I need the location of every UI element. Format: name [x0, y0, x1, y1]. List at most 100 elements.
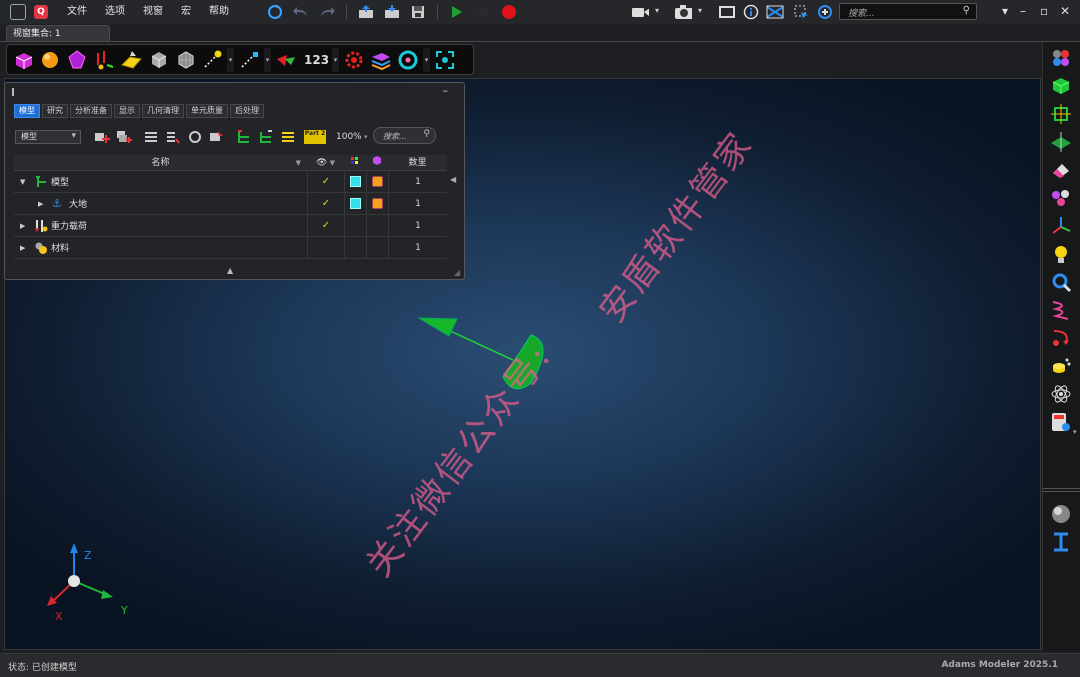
tab-analysis-prep[interactable]: 分析准备 [70, 104, 112, 118]
sphere-icon[interactable] [38, 48, 62, 72]
gear-red-icon[interactable] [342, 48, 366, 72]
material-cell[interactable] [366, 215, 388, 236]
drag-handle[interactable] [12, 88, 20, 96]
menu-window[interactable]: 视窗 [134, 0, 172, 24]
table-icon[interactable] [279, 129, 296, 145]
column-name[interactable]: 名称 ▼ [14, 155, 307, 170]
parts-icon[interactable] [11, 48, 35, 72]
atom-icon[interactable] [1049, 382, 1073, 406]
tab-display[interactable]: 显示 [114, 104, 140, 118]
zoom-select[interactable]: 100% [336, 132, 367, 142]
color-swatch[interactable] [344, 171, 366, 192]
tab-postprocess[interactable]: 后处理 [230, 104, 264, 118]
menu-options[interactable]: 选项 [96, 0, 134, 24]
sheet-icon[interactable] [119, 48, 143, 72]
tab-view-collection[interactable]: 视窗集合: 1 [6, 25, 110, 42]
panel-resize-handle[interactable]: ▲ [227, 266, 233, 275]
chevron-down-icon[interactable]: ▾ [698, 6, 702, 15]
measure-icon[interactable] [766, 4, 784, 20]
tree-row-ground[interactable]: ▶ ⚓ 大地 ✓ 1 [14, 193, 447, 215]
part-badge-icon[interactable]: Part 2 [304, 130, 326, 144]
menu-file[interactable]: 文件 [58, 0, 96, 24]
type-select[interactable]: 模型 [15, 130, 81, 144]
tree-row-model[interactable]: ▼ 模型 ✓ 1 [14, 171, 447, 193]
tab-element-quality[interactable]: 单元质量 [186, 104, 228, 118]
save-icon[interactable] [409, 4, 427, 20]
gem-icon[interactable] [65, 48, 89, 72]
chevron-down-icon[interactable]: ▾ [264, 47, 271, 72]
browser-search-input[interactable]: 搜索... ⚲ [373, 127, 436, 144]
stop-icon[interactable] [474, 4, 492, 20]
tab-model[interactable]: 模型 [14, 104, 40, 118]
minimize-icon[interactable]: – [443, 84, 449, 97]
color-spheres-icon[interactable] [1049, 46, 1073, 70]
list-view-icon[interactable] [142, 129, 159, 145]
visibility-cell[interactable] [307, 237, 344, 258]
refresh-icon[interactable] [266, 4, 284, 20]
resize-grip-icon[interactable]: ◢ [454, 268, 460, 277]
cylinder-icon[interactable] [1049, 354, 1073, 378]
expand-arrow-icon[interactable]: ▶ [20, 244, 25, 252]
tree-row-materials[interactable]: ▶ 材料 1 [14, 237, 447, 259]
video-camera-icon[interactable] [631, 4, 649, 20]
calculator-icon[interactable] [1049, 410, 1073, 434]
fit-view-icon[interactable] [433, 48, 457, 72]
tree-collapse-icon[interactable] [257, 129, 274, 145]
cube-icon[interactable] [146, 48, 170, 72]
chevron-down-icon[interactable]: ▾ [227, 47, 234, 72]
chevron-down-icon[interactable]: ▾ [1073, 428, 1077, 436]
maximize-icon[interactable]: ▫ [1040, 4, 1048, 18]
visibility-check[interactable]: ✓ [307, 215, 344, 236]
import-icon[interactable] [357, 4, 375, 20]
chevron-down-icon[interactable]: ▾ [332, 47, 340, 72]
eraser-icon[interactable] [1049, 158, 1073, 182]
expand-arrow-icon[interactable]: ▶ [38, 200, 43, 208]
material-cell[interactable] [366, 171, 388, 192]
cluster-icon[interactable] [1049, 186, 1073, 210]
column-color-icon[interactable] [344, 155, 366, 170]
collapse-arrow-icon[interactable]: ▼ [20, 178, 25, 186]
material-cell[interactable] [366, 237, 388, 258]
solid-cube-icon[interactable] [1049, 74, 1073, 98]
tab-research[interactable]: 研究 [42, 104, 68, 118]
fullscreen-icon[interactable] [718, 4, 736, 20]
material-cell[interactable] [366, 193, 388, 214]
redo-icon[interactable] [318, 4, 336, 20]
add-entity-icon[interactable] [93, 129, 110, 145]
mesh-cube-icon[interactable] [173, 48, 197, 72]
joint-icon[interactable] [1049, 270, 1073, 294]
filter-list-icon[interactable] [164, 129, 181, 145]
select-mode-icon[interactable] [792, 4, 810, 20]
window-icon[interactable] [10, 4, 26, 20]
color-swatch[interactable] [344, 237, 366, 258]
plane-icon[interactable] [1049, 130, 1073, 154]
axes-icon[interactable] [1049, 214, 1073, 238]
chevron-down-icon[interactable]: ▾ [655, 6, 659, 15]
sort-icon[interactable]: ▼ [296, 155, 301, 171]
collapse-panel-icon[interactable]: ◀ [450, 175, 456, 184]
search-icon[interactable]: ⚲ [963, 5, 970, 16]
tree-row-gravity[interactable]: ▶ 重力载荷 ✓ 1 [14, 215, 447, 237]
visibility-check[interactable]: ✓ [307, 193, 344, 214]
visibility-check[interactable]: ✓ [307, 171, 344, 192]
add-group-icon[interactable] [115, 129, 132, 145]
sphere-view-icon[interactable] [1049, 502, 1073, 526]
dropdown-icon[interactable]: ▾ [1002, 4, 1008, 18]
tree-expand-icon[interactable] [235, 129, 252, 145]
column-material-icon[interactable] [366, 155, 388, 170]
info-icon[interactable] [742, 4, 760, 20]
chevron-down-icon[interactable]: ▾ [423, 47, 431, 72]
undo-icon[interactable] [292, 4, 310, 20]
spring-icon[interactable] [1049, 298, 1073, 322]
layers-icon[interactable] [369, 48, 393, 72]
sync-icon[interactable] [186, 129, 203, 145]
close-icon[interactable]: ✕ [1060, 4, 1070, 18]
camera-icon[interactable] [674, 4, 692, 20]
menu-help[interactable]: 帮助 [200, 0, 238, 24]
record-icon[interactable] [500, 4, 518, 20]
light-icon[interactable] [1049, 242, 1073, 266]
toggle-visibility-icon[interactable] [208, 129, 225, 145]
search-icon[interactable]: ⚲ [423, 129, 430, 139]
vector-icon[interactable] [237, 48, 261, 72]
constraints-icon[interactable] [92, 48, 116, 72]
